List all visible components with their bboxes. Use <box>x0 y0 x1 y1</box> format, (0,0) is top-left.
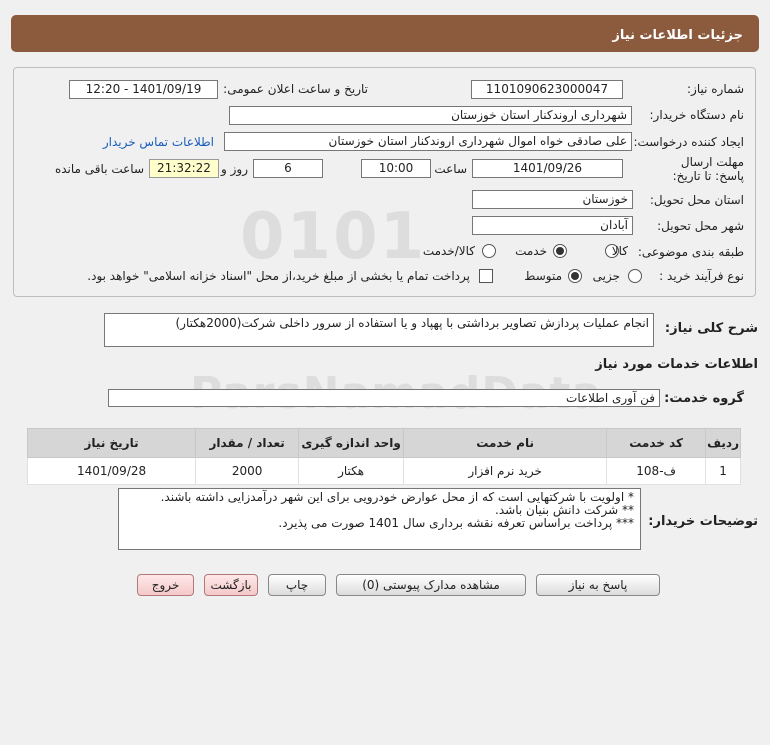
exit-button[interactable]: خروج <box>137 574 194 596</box>
process-label: نوع فرآیند خرید : <box>659 269 744 283</box>
cell-need-date: 1401/09/28 <box>26 457 197 485</box>
need-number-field: 1101090623000047 <box>471 80 623 99</box>
table-header-row: ردیف کد خدمت نام خدمت واحد اندازه گیری ت… <box>26 428 741 458</box>
services-section-title: اطلاعات خدمات مورد نیاز <box>595 357 758 372</box>
need-number-label: شماره نیاز: <box>687 82 744 96</box>
deadline-hour-label: ساعت <box>434 162 467 176</box>
deadline-days-field: 6 <box>253 159 323 178</box>
process-option-medium: متوسط <box>524 269 562 283</box>
city-field: آبادان <box>472 216 633 235</box>
category-option-goods: کالا <box>611 244 628 258</box>
category-radio-goods-service[interactable] <box>482 244 496 258</box>
cell-service-name: خرید نرم افزار <box>403 457 608 485</box>
category-radio-service[interactable] <box>553 244 567 258</box>
back-button[interactable]: بازگشت <box>204 574 258 596</box>
col-need-date: تاریخ نیاز <box>26 428 197 458</box>
info-panel <box>13 67 756 297</box>
city-label: شهر محل تحویل: <box>657 219 744 233</box>
deadline-label: مهلت ارسال پاسخ: تا تاریخ: <box>672 155 744 183</box>
buyer-org-label: نام دستگاه خریدار: <box>649 108 745 122</box>
requester-label: ایجاد کننده درخواست: <box>633 135 744 149</box>
remaining-time-field: 21:32:22 <box>149 159 219 178</box>
col-quantity: تعداد / مقدار <box>195 428 300 458</box>
requester-field: علی صادقی خواه اموال شهرداری اروندکنار ا… <box>224 132 632 151</box>
category-label: طبقه بندی موضوعی: <box>637 245 744 259</box>
cell-quantity: 2000 <box>195 457 300 485</box>
services-table: ردیف کد خدمت نام خدمت واحد اندازه گیری ت… <box>26 428 741 485</box>
table-row: 1 ف-108 خرید نرم افزار هکتار 2000 1401/0… <box>26 457 741 485</box>
col-unit: واحد اندازه گیری <box>298 428 405 458</box>
cell-unit: هکتار <box>298 457 405 485</box>
col-service-code: کد خدمت <box>606 428 707 458</box>
treasury-checkbox[interactable] <box>479 269 493 283</box>
process-radio-minor[interactable] <box>628 269 642 283</box>
announce-label: تاریخ و ساعت اعلان عمومی: <box>223 82 368 96</box>
page-header: جزئیات اطلاعات نیاز <box>11 15 759 52</box>
deadline-days-label: روز و <box>221 162 248 176</box>
col-service-name: نام خدمت <box>403 428 608 458</box>
buyer-notes-label: توضیحات خریدار: <box>648 514 758 529</box>
buyer-contact-link[interactable]: اطلاعات تماس خریدار <box>103 135 214 149</box>
province-label: استان محل تحویل: <box>649 193 744 207</box>
category-option-service: خدمت <box>515 244 547 258</box>
service-group-label: گروه خدمت: <box>664 391 744 406</box>
deadline-hour-field: 10:00 <box>361 159 431 178</box>
cell-service-code: ف-108 <box>606 457 707 485</box>
reply-button[interactable]: پاسخ به نیاز <box>536 574 660 596</box>
buyer-org-field: شهرداری اروندکنار استان خوزستان <box>229 106 632 125</box>
print-button[interactable]: چاپ <box>268 574 326 596</box>
remaining-time-label: ساعت باقی مانده <box>54 162 144 176</box>
page-title: جزئیات اطلاعات نیاز <box>612 28 743 43</box>
announce-field: 1401/09/19 - 12:20 <box>69 80 218 99</box>
treasury-checkbox-label: پرداخت تمام یا بخشی از مبلغ خرید،از محل … <box>87 269 470 283</box>
deadline-date-field: 1401/09/26 <box>472 159 623 178</box>
note-line: *** پرداخت براساس تعرفه نقشه برداری سال … <box>278 516 634 530</box>
process-radio-medium[interactable] <box>568 269 582 283</box>
description-field: انجام عملیات پردازش تصاویر برداشتی با په… <box>104 313 654 347</box>
col-row-number: ردیف <box>705 428 741 458</box>
attachments-button[interactable]: مشاهده مدارک پیوستی (0) <box>336 574 526 596</box>
cell-row-number: 1 <box>705 457 741 485</box>
description-label: شرح کلی نیاز: <box>664 321 758 336</box>
process-option-minor: جزیی <box>592 269 620 283</box>
category-option-goods-service: کالا/خدمت <box>422 244 475 258</box>
buyer-notes-field: * اولویت با شرکتهایی است که از محل عوارض… <box>118 488 641 550</box>
service-group-field: فن آوری اطلاعات <box>108 389 660 407</box>
province-field: خوزستان <box>472 190 633 209</box>
